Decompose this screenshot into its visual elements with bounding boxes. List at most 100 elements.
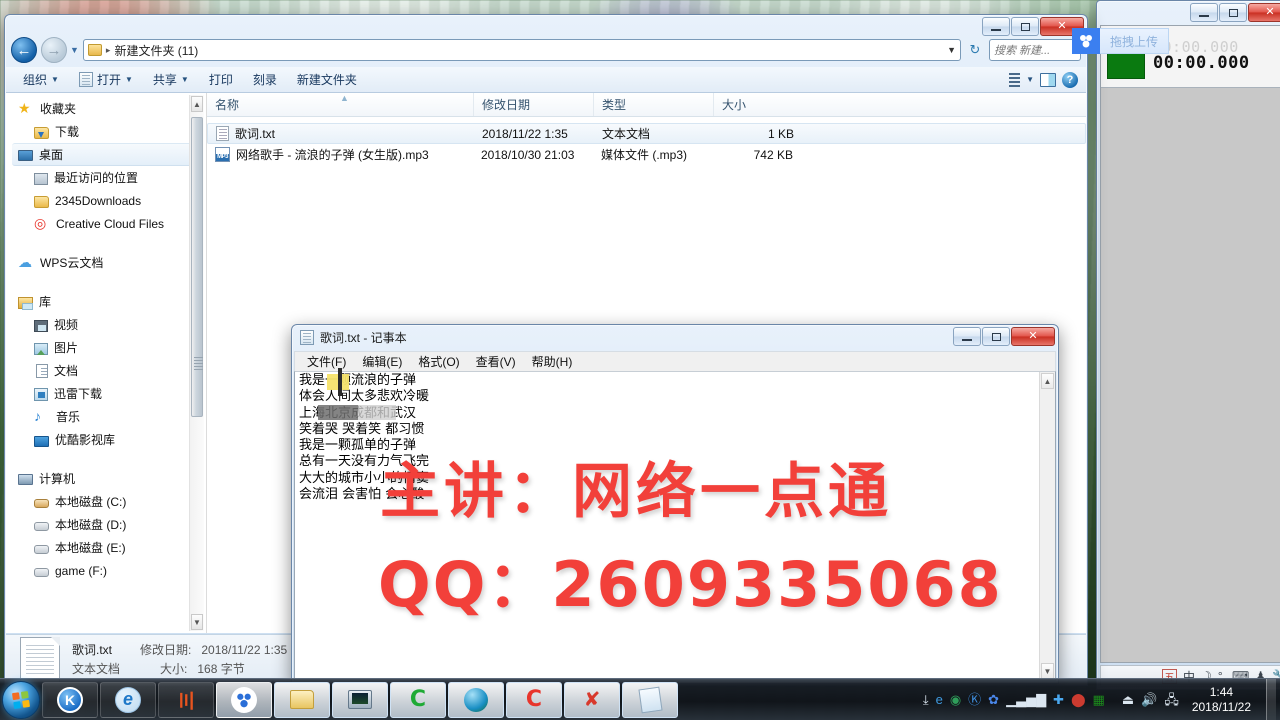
breadcrumb-separator[interactable]: ▸ xyxy=(106,45,111,56)
file-rows[interactable]: 歌词.txt 2018/11/22 1:35 文本文档 1 KB 网络歌手 - 流浪的子… xyxy=(207,117,1086,165)
column-header-date[interactable]: 修改日期 xyxy=(473,93,593,116)
sidebar-item-4[interactable]: 2345Downloads xyxy=(6,189,206,212)
start-button[interactable] xyxy=(2,680,40,719)
help-icon[interactable]: ? xyxy=(1062,71,1078,88)
system-tray[interactable]: ⤓ e ◉ Ⓚ ✿ ▁▃▅▇ ✚ ⬤ ▦ ⏏ 🔊 🖧 1:44 2018/11/… xyxy=(923,678,1280,720)
address-bar[interactable]: ▸ 新建文件夹 (11) ▼ xyxy=(82,39,961,61)
sidebar-item-18[interactable]: game (F:) xyxy=(6,559,206,582)
sidebar-item-15[interactable]: 本地磁盘 (C:) xyxy=(6,490,206,513)
table-row[interactable]: 歌词.txt 2018/11/22 1:35 文本文档 1 KB xyxy=(207,123,1086,144)
chevron-down-icon[interactable]: ▼ xyxy=(947,45,956,55)
recorder-titlebar[interactable]: ✕ xyxy=(1097,1,1280,23)
share-button[interactable]: 共享 ▼ xyxy=(144,67,198,92)
sidebar-item-10[interactable]: 文档 xyxy=(6,359,206,382)
show-desktop-button[interactable] xyxy=(1266,678,1276,720)
notepad-scrollbar[interactable]: ▲ ▼ xyxy=(1039,372,1055,680)
notepad-menubar[interactable]: 文件(F) 编辑(E) 格式(O) 查看(V) 帮助(H) xyxy=(294,351,1056,371)
taskbar-button-camtasia-recorder[interactable]: C xyxy=(506,681,562,718)
baidu-netdisk-drag-upload[interactable]: 拖拽上传 xyxy=(1072,28,1170,54)
sidebar-item-2[interactable]: 桌面 xyxy=(12,143,200,166)
explorer-window-buttons[interactable]: ✕ xyxy=(982,17,1084,36)
navigation-pane[interactable]: ★ 收藏夹 下载 桌面 最近访问的位置 2345Downloads ◎ Creative Cl… xyxy=(6,93,206,633)
sidebar-item-7[interactable]: 库 xyxy=(6,290,206,313)
maximize-button[interactable] xyxy=(1011,17,1039,36)
open-button[interactable]: 打开 ▼ xyxy=(70,67,142,92)
sidebar-item-3[interactable]: 最近访问的位置 xyxy=(6,166,206,189)
shield-icon[interactable]: ⬤ xyxy=(1071,693,1086,706)
globe-tray-icon[interactable]: ◉ xyxy=(950,693,961,706)
download-manager-icon[interactable]: ⤓ xyxy=(923,693,929,706)
usb-eject-icon[interactable]: ⏏ xyxy=(1122,693,1134,706)
menu-help[interactable]: 帮助(H) xyxy=(524,351,581,372)
sidebar-item-5[interactable]: ◎ Creative Cloud Files xyxy=(6,212,206,235)
column-header-name[interactable]: ▲ 名称 xyxy=(207,93,473,116)
taskbar-button-browser[interactable] xyxy=(448,681,504,718)
bluetooth-icon[interactable]: ✚ xyxy=(1053,693,1064,706)
notepad-editor[interactable]: 我是一颗流浪的子弹 体会人间太多悲欢冷暖 上海北京成都和武汉 笑着哭 哭着笑 都… xyxy=(294,371,1056,681)
sidebar-item-13[interactable]: 优酷影视库 xyxy=(6,428,206,451)
sidebar-item-9[interactable]: 图片 xyxy=(6,336,206,359)
scroll-down-icon[interactable]: ▼ xyxy=(191,614,203,630)
sidebar-scroll-thumb[interactable] xyxy=(191,117,203,417)
menu-file[interactable]: 文件(F) xyxy=(299,351,354,372)
volume-icon[interactable]: 🔊 xyxy=(1141,693,1157,706)
notepad-text-content[interactable]: 我是一颗流浪的子弹 体会人间太多悲欢冷暖 上海北京成都和武汉 笑着哭 哭着笑 都… xyxy=(295,372,1039,680)
close-button[interactable]: ✕ xyxy=(1248,3,1280,22)
scroll-up-icon[interactable]: ▲ xyxy=(191,96,203,112)
sidebar-list[interactable]: ★ 收藏夹 下载 桌面 最近访问的位置 2345Downloads ◎ Creative Cl… xyxy=(6,97,206,582)
recorder-window[interactable]: ✕ 00:00.000 00:00.000 五 中 ☽ °, ⌨ ♟ 🔧 xyxy=(1096,0,1280,690)
scroll-down-icon[interactable]: ▼ xyxy=(1041,663,1054,679)
minimize-button[interactable] xyxy=(1190,3,1218,22)
explorer-titlebar[interactable]: ✕ xyxy=(5,15,1087,39)
toolbar-right-group[interactable]: ▼ ? xyxy=(1004,71,1078,88)
organize-button[interactable]: 组织 ▼ xyxy=(14,67,68,92)
back-button[interactable]: ← xyxy=(11,37,37,63)
table-row[interactable]: 网络歌手 - 流浪的子弹 (女生版).mp3 2018/10/30 21:03 媒体… xyxy=(207,144,1086,165)
taskbar[interactable]: K e 〣 C C ✘ ⤓ e ◉ Ⓚ ✿ ▁▃▅▇ ✚ ⬤ ▦ ⏏ 🔊 🖧 1… xyxy=(0,678,1280,720)
pane-resize-grip[interactable] xyxy=(194,355,203,371)
taskbar-button-file-explorer[interactable] xyxy=(274,681,330,718)
column-header-type[interactable]: 类型 xyxy=(593,93,713,116)
sidebar-item-8[interactable]: 视频 xyxy=(6,313,206,336)
notepad-titlebar[interactable]: 歌词.txt - 记事本 ✕ xyxy=(292,325,1058,349)
taskbar-button-kingsoft[interactable]: K xyxy=(42,681,98,718)
close-button[interactable]: ✕ xyxy=(1011,327,1055,346)
sidebar-item-12[interactable]: ♪ 音乐 xyxy=(6,405,206,428)
sidebar-item-16[interactable]: 本地磁盘 (D:) xyxy=(6,513,206,536)
scroll-up-icon[interactable]: ▲ xyxy=(1041,373,1054,389)
sidebar-item-1[interactable]: 下载 xyxy=(6,120,206,143)
search-input[interactable]: 搜索 新建... xyxy=(989,39,1081,61)
recent-pages-dropdown-icon[interactable]: ▼ xyxy=(70,45,79,55)
explorer-toolbar[interactable]: 组织 ▼ 打开 ▼ 共享 ▼ 打印 刻录 新建文件夹 ▼ ? xyxy=(6,67,1086,93)
minimize-button[interactable] xyxy=(953,327,981,346)
taskbar-button-notepad[interactable] xyxy=(622,681,678,718)
refresh-icon[interactable]: ↻ xyxy=(965,40,985,60)
taskbar-button-screen-recorder[interactable] xyxy=(332,681,388,718)
taskbar-button-ie[interactable]: e xyxy=(100,681,156,718)
network-error-icon[interactable]: 🖧 xyxy=(1164,693,1179,706)
sidebar-item-6[interactable]: ☁ WPS云文档 xyxy=(6,251,206,274)
taskbar-button-baidu-netdisk[interactable] xyxy=(216,681,272,718)
new-folder-button[interactable]: 新建文件夹 xyxy=(288,67,366,92)
sidebar-item-14[interactable]: 计算机 xyxy=(6,467,206,490)
menu-view[interactable]: 查看(V) xyxy=(468,351,524,372)
sidebar-item-17[interactable]: 本地磁盘 (E:) xyxy=(6,536,206,559)
menu-edit[interactable]: 编辑(E) xyxy=(354,351,410,372)
signal-icon[interactable]: ▁▃▅▇ xyxy=(1006,693,1046,706)
notepad-window[interactable]: 歌词.txt - 记事本 ✕ 文件(F) 编辑(E) 格式(O) 查看(V) 帮… xyxy=(291,324,1059,684)
notepad-window-buttons[interactable]: ✕ xyxy=(953,327,1055,346)
taskbar-button-vegas[interactable]: 〣 xyxy=(158,681,214,718)
forward-button[interactable]: → xyxy=(41,37,67,63)
kingsoft-tray-icon[interactable]: Ⓚ xyxy=(968,693,981,706)
taskbar-button-camtasia[interactable]: C xyxy=(390,681,446,718)
print-button[interactable]: 打印 xyxy=(200,67,242,92)
change-view-icon[interactable] xyxy=(1004,72,1021,87)
maximize-button[interactable] xyxy=(982,327,1010,346)
recorder-window-buttons[interactable]: ✕ xyxy=(1190,3,1280,22)
breadcrumb-current-folder[interactable]: 新建文件夹 (11) xyxy=(114,42,198,59)
green-grid-icon[interactable]: ▦ xyxy=(1093,693,1105,706)
taskbar-button-close-app[interactable]: ✘ xyxy=(564,681,620,718)
ie-tray-icon[interactable]: e xyxy=(936,693,943,706)
menu-format[interactable]: 格式(O) xyxy=(410,351,467,372)
taskbar-clock[interactable]: 1:44 2018/11/22 xyxy=(1186,685,1259,715)
